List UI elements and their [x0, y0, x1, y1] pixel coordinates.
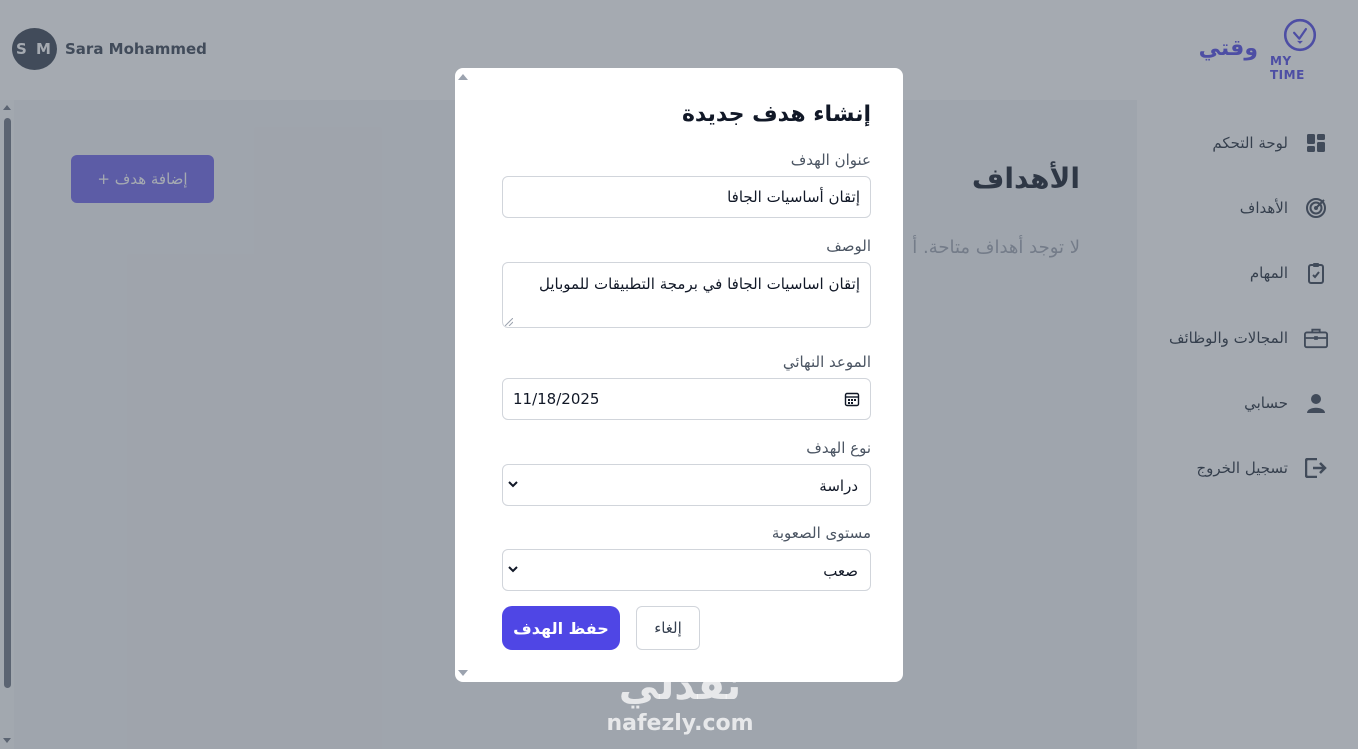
- create-goal-modal: إنشاء هدف جديدة عنوان الهدف إتقان أساسيا…: [455, 68, 903, 682]
- modal-title: إنشاء هدف جديدة: [681, 102, 871, 127]
- goal-title-value: إتقان أساسيات الجافا: [727, 188, 860, 206]
- goal-type-select[interactable]: دراسة: [502, 464, 871, 506]
- deadline-value: 11/18/2025: [513, 390, 600, 408]
- description-value: إتقان اساسيات الجافا في برمجة التطبيقات …: [539, 275, 860, 293]
- modal-scroll-up-arrow[interactable]: [458, 74, 468, 80]
- calendar-icon[interactable]: [844, 391, 860, 407]
- deadline-label: الموعد النهائي: [782, 353, 871, 371]
- goal-type-value: دراسة: [819, 477, 858, 495]
- watermark-latin: nafezly.com: [606, 711, 754, 736]
- description-label: الوصف: [826, 237, 871, 255]
- modal-scroll-down-arrow[interactable]: [458, 670, 468, 676]
- goal-title-input[interactable]: إتقان أساسيات الجافا: [502, 176, 871, 218]
- chevron-down-icon: [508, 566, 518, 573]
- watermark-arabic: نفذلي: [618, 663, 742, 709]
- save-goal-button[interactable]: حفظ الهدف: [502, 606, 620, 650]
- difficulty-label: مستوى الصعوبة: [771, 524, 871, 542]
- watermark: نفذلي nafezly.com: [596, 662, 764, 747]
- resize-grip-icon[interactable]: [505, 318, 513, 326]
- goal-type-label: نوع الهدف: [806, 439, 871, 457]
- difficulty-value: صعب: [823, 562, 858, 580]
- goal-title-label: عنوان الهدف: [790, 151, 871, 169]
- chevron-down-icon: [508, 481, 518, 488]
- difficulty-select[interactable]: صعب: [502, 549, 871, 591]
- deadline-date-input[interactable]: 11/18/2025: [502, 378, 871, 420]
- description-textarea[interactable]: إتقان اساسيات الجافا في برمجة التطبيقات …: [502, 262, 871, 328]
- cancel-button[interactable]: إلغاء: [636, 606, 700, 650]
